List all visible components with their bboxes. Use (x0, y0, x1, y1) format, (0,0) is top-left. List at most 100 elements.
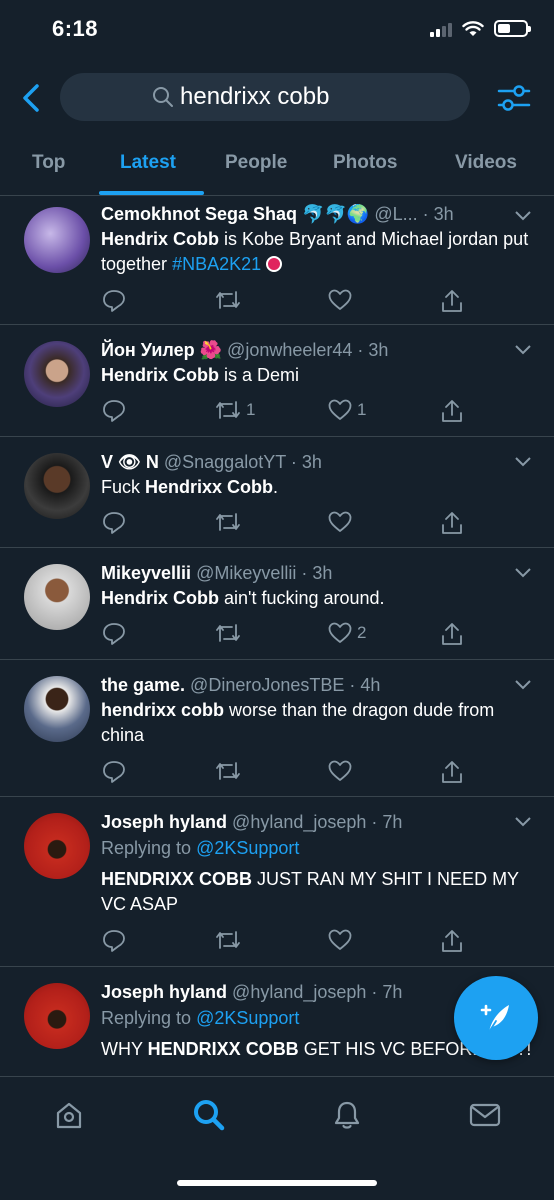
retweet-button[interactable] (214, 288, 242, 312)
author-name[interactable]: V 👁 N (101, 452, 159, 472)
tab-people[interactable]: People (225, 152, 287, 174)
home-indicator[interactable] (177, 1180, 377, 1186)
reply-button[interactable] (101, 398, 127, 424)
chevron-down-icon[interactable] (514, 567, 532, 579)
like-icon (328, 399, 352, 420)
author-handle: @Mikeyvellii · 3h (196, 563, 333, 583)
like-button[interactable] (327, 288, 353, 312)
author-name[interactable]: the game. (101, 675, 185, 695)
tweet-actions (101, 759, 481, 787)
share-button[interactable] (439, 398, 465, 424)
share-icon (442, 623, 462, 645)
share-button[interactable] (439, 510, 465, 536)
like-button[interactable] (327, 759, 353, 783)
text-pre: WHY (101, 1039, 148, 1059)
status-icons (430, 20, 531, 37)
home-icon (56, 1102, 82, 1129)
chevron-down-icon[interactable] (514, 816, 532, 828)
like-icon (328, 760, 352, 781)
reply-handle-link[interactable]: @2KSupport (196, 1008, 299, 1028)
author-emoji: 🐬🐬🌍 (302, 204, 370, 224)
like-button[interactable] (327, 928, 353, 952)
tab-latest[interactable]: Latest (120, 152, 176, 174)
nav-notifications[interactable] (327, 1095, 367, 1135)
share-icon (442, 930, 462, 952)
wifi-icon (462, 20, 484, 36)
reply-button[interactable] (101, 510, 127, 536)
back-icon (23, 84, 39, 112)
reply-button[interactable] (101, 759, 127, 785)
text-pre: Fuck (101, 477, 146, 497)
avatar[interactable] (24, 676, 90, 742)
reply-icon (103, 930, 125, 952)
like-button[interactable] (327, 510, 353, 534)
avatar[interactable] (24, 207, 90, 273)
share-button[interactable] (439, 928, 465, 954)
avatar[interactable] (24, 341, 90, 407)
reply-icon (103, 400, 125, 422)
avatar[interactable] (24, 453, 90, 519)
share-icon (442, 400, 462, 422)
highlight-text: Hendrix Cobb (101, 229, 220, 249)
reply-icon (103, 623, 125, 645)
author-name[interactable]: Йон Уилер (101, 340, 195, 360)
like-button[interactable]: 1 (327, 398, 366, 422)
tweet[interactable]: the game. @DineroJonesTBE · 4h hendrixx … (0, 660, 554, 797)
author-handle: @L... · 3h (374, 204, 454, 224)
compose-tweet-button[interactable] (454, 976, 538, 1060)
avatar[interactable] (24, 983, 90, 1049)
share-button[interactable] (439, 759, 465, 785)
share-button[interactable] (439, 621, 465, 647)
tab-photos[interactable]: Photos (333, 152, 397, 174)
tweet[interactable]: Joseph hyland @hyland_joseph · 7h Replyi… (0, 797, 554, 967)
retweet-button[interactable] (214, 759, 242, 783)
retweet-button[interactable] (214, 510, 242, 534)
retweet-button[interactable]: 1 (214, 398, 255, 422)
reply-button[interactable] (101, 288, 127, 314)
retweet-button[interactable] (214, 621, 242, 645)
tab-top[interactable]: Top (32, 152, 65, 174)
active-tab-indicator (99, 191, 204, 195)
author-name[interactable]: Joseph hyland (101, 812, 227, 832)
tab-videos[interactable]: Videos (455, 152, 517, 174)
nav-explore[interactable] (189, 1095, 229, 1135)
reply-label: Replying to (101, 838, 197, 858)
author-name[interactable]: Mikeyvellii (101, 563, 191, 583)
author-handle: @hyland_joseph · 7h (232, 982, 403, 1002)
tweet[interactable]: Cemokhnot Sega Shaq 🐬🐬🌍 @L... · 3h Hendr… (0, 196, 554, 325)
share-icon (442, 512, 462, 534)
chevron-down-icon[interactable] (514, 456, 532, 468)
avatar[interactable] (24, 564, 90, 630)
tweet-actions (101, 288, 481, 316)
avatar[interactable] (24, 813, 90, 879)
reply-handle-link[interactable]: @2KSupport (196, 838, 299, 858)
explore-icon (194, 1100, 225, 1131)
search-filter-button[interactable] (496, 80, 532, 116)
highlight-text: Hendrix Cobb (101, 588, 220, 608)
share-button[interactable] (439, 288, 465, 314)
tweet-feed[interactable]: Cemokhnot Sega Shaq 🐬🐬🌍 @L... · 3h Hendr… (0, 196, 554, 1076)
hashtag-link[interactable]: #NBA2K21 (172, 254, 261, 274)
tweet-text: Fuck Hendrixx Cobb. (101, 475, 538, 500)
reply-button[interactable] (101, 621, 127, 647)
nav-messages[interactable] (465, 1095, 505, 1135)
author-name[interactable]: Cemokhnot Sega Shaq (101, 204, 297, 224)
nav-home[interactable] (49, 1095, 89, 1135)
chevron-down-icon[interactable] (514, 679, 532, 691)
author-name[interactable]: Joseph hyland (101, 982, 227, 1002)
reply-button[interactable] (101, 928, 127, 954)
tweet[interactable]: Mikeyvellii @Mikeyvellii · 3h Hendrix Co… (0, 548, 554, 660)
like-button[interactable]: 2 (327, 621, 366, 645)
retweet-icon (216, 931, 240, 949)
highlight-text: Hendrix Cobb (101, 365, 220, 385)
retweet-button[interactable] (214, 928, 242, 952)
search-input[interactable]: hendrixx cobb (60, 73, 470, 121)
chevron-down-icon[interactable] (514, 210, 532, 222)
tweet[interactable]: V 👁 N @SnaggalotYT · 3h Fuck Hendrixx Co… (0, 437, 554, 548)
messages-icon (469, 1103, 501, 1127)
text-rest: . (273, 477, 279, 497)
back-button[interactable] (16, 80, 46, 116)
tweet[interactable]: Йон Уилер 🌺 @jonwheeler44 · 3h Hendrix C… (0, 325, 554, 437)
chevron-down-icon[interactable] (514, 344, 532, 356)
retweet-icon (216, 762, 240, 780)
